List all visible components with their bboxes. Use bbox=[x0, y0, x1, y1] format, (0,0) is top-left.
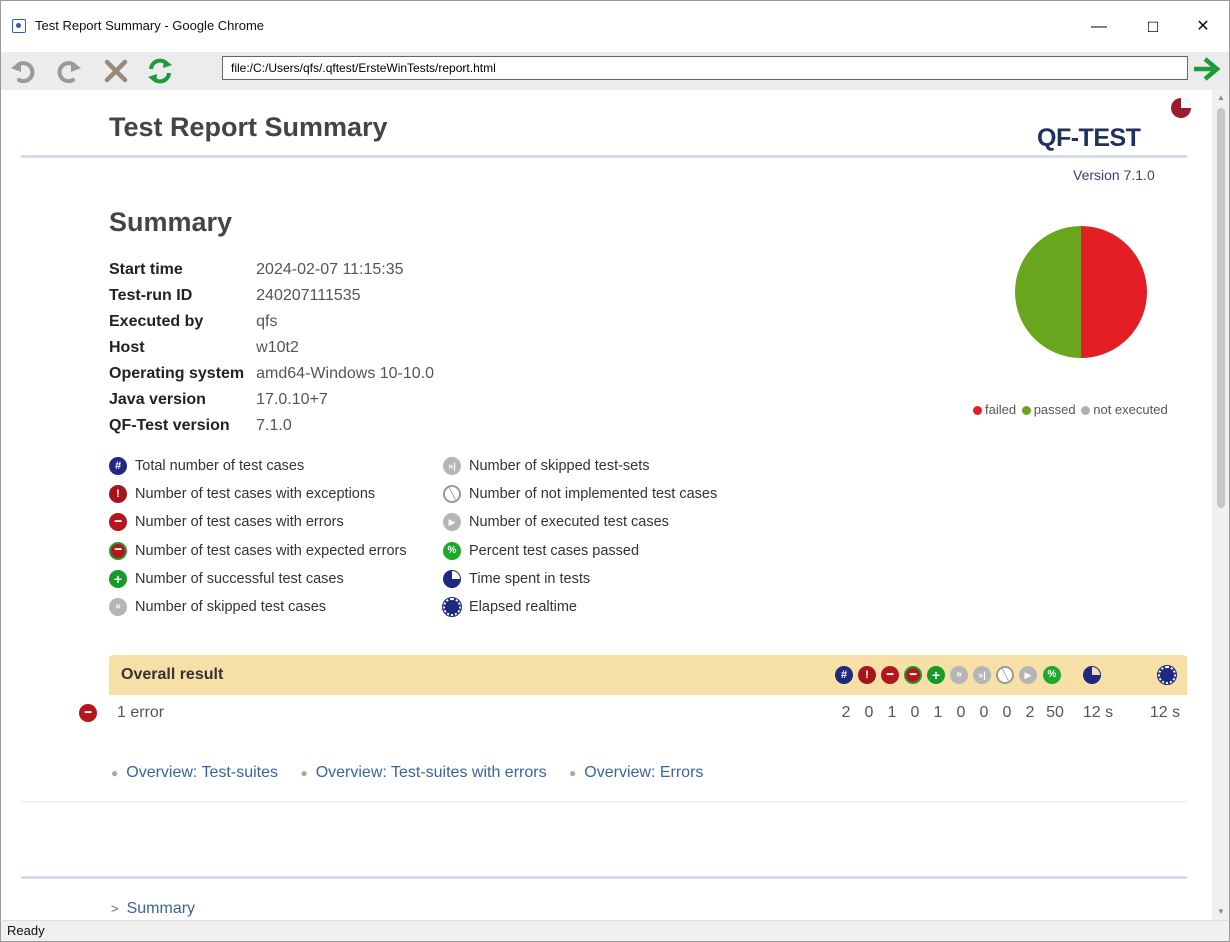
summary-toggle[interactable]: > Summary bbox=[111, 900, 195, 918]
go-arrow-icon[interactable] bbox=[1191, 56, 1225, 82]
result-pie-chart bbox=[1015, 226, 1147, 358]
total-icon: # bbox=[835, 666, 853, 684]
elapsed-icon bbox=[442, 597, 462, 618]
legend-not-executed-dot bbox=[1081, 405, 1091, 415]
time-icon bbox=[443, 569, 461, 588]
info-row: QF-Test version 7.1.0 bbox=[109, 417, 292, 434]
icon-key-left: # Total number of test cases ! Number of t… bbox=[109, 452, 407, 621]
info-row: Test-run ID 240207111535 bbox=[109, 287, 361, 304]
success-icon: + bbox=[927, 666, 945, 684]
key-item: » Number of skipped test cases bbox=[109, 593, 407, 621]
key-item: ━ Number of test cases with expected erro… bbox=[109, 537, 407, 565]
maximize-button[interactable]: ☐ bbox=[1131, 13, 1175, 41]
pie-slice-passed bbox=[1015, 226, 1081, 358]
browser-toolbar: file:/C:/Users/qfs/.qftest/ErsteWinTests… bbox=[0, 52, 1230, 90]
not-implemented-icon: ╲ bbox=[996, 666, 1014, 684]
pie-legend: failed passed not executed bbox=[973, 402, 1168, 417]
window-title: Test Report Summary - Google Chrome bbox=[35, 18, 265, 33]
icon-key-right: »| Number of skipped test-sets ╲ Number of… bbox=[442, 452, 717, 621]
link-errors[interactable]: ● Overview: Errors bbox=[569, 764, 703, 782]
key-item: ╲ Number of not implemented test cases bbox=[443, 480, 717, 508]
window-titlebar: Test Report Summary - Google Chrome — ☐ … bbox=[0, 0, 1230, 52]
overview-links: ● Overview: Test-suites ● Overview: Test-s… bbox=[111, 764, 721, 782]
info-row: Java version 17.0.10+7 bbox=[109, 391, 328, 408]
percent-icon: % bbox=[443, 541, 461, 560]
info-row: Executed by qfs bbox=[109, 313, 278, 330]
scroll-down-icon: ▼ bbox=[1217, 907, 1225, 916]
skipped-icon: » bbox=[109, 598, 127, 617]
key-item: ! Number of test cases with exceptions bbox=[109, 480, 407, 508]
success-icon: + bbox=[109, 569, 127, 588]
legend-passed-dot bbox=[1021, 405, 1031, 415]
value-time: 12 s bbox=[1082, 704, 1114, 721]
run-info-table: Start time 2024-02-07 11:15:35 Test-run I… bbox=[109, 257, 434, 439]
key-item: ▶ Number of executed test cases bbox=[443, 508, 717, 536]
elapsed-icon bbox=[1157, 665, 1177, 685]
page-content: Test Report Summary QF-TEST Version 7.1.… bbox=[0, 90, 1212, 920]
vertical-scrollbar[interactable]: ▲ ▼ bbox=[1212, 90, 1230, 920]
qf-test-logo: QF-TEST bbox=[1031, 92, 1191, 162]
column-icons: # ! ━ ━ + » »| ╲ ▶ % bbox=[109, 655, 1187, 695]
key-item: # Total number of test cases bbox=[109, 452, 407, 480]
divider bbox=[21, 876, 1187, 879]
skipped-sets-icon: »| bbox=[443, 457, 461, 476]
version-label: Version 7.1.0 bbox=[1073, 167, 1155, 183]
value-elapsed: 12 s bbox=[1149, 704, 1181, 721]
chevron-right-icon: > bbox=[111, 901, 119, 916]
scrollbar-thumb[interactable] bbox=[1217, 108, 1225, 508]
overall-result-header: Overall result # ! ━ ━ + » »| ╲ ▶ % bbox=[109, 655, 1187, 695]
pie-slice-failed bbox=[1081, 226, 1147, 358]
scroll-up-icon: ▲ bbox=[1217, 93, 1225, 102]
key-item: Elapsed realtime bbox=[442, 593, 717, 621]
value-percent: 50 bbox=[1046, 704, 1064, 721]
info-row: Start time 2024-02-07 11:15:35 bbox=[109, 261, 404, 278]
back-icon[interactable] bbox=[7, 54, 41, 88]
not-implemented-icon: ╲ bbox=[443, 485, 461, 504]
legend-failed-dot bbox=[973, 405, 982, 415]
error-icon: ━ bbox=[79, 704, 97, 722]
key-item: »| Number of skipped test-sets bbox=[443, 452, 717, 480]
total-icon: # bbox=[109, 457, 127, 476]
key-item: Time spent in tests bbox=[443, 565, 717, 593]
result-text: 1 error bbox=[117, 704, 165, 721]
stop-icon[interactable] bbox=[99, 54, 133, 88]
expected-error-icon: ━ bbox=[109, 541, 127, 560]
report-title: Test Report Summary bbox=[109, 112, 388, 142]
error-icon: ━ bbox=[881, 666, 899, 684]
info-row: Host w10t2 bbox=[109, 339, 299, 356]
skipped-icon: » bbox=[950, 666, 968, 684]
logo-clock-icon bbox=[1171, 98, 1191, 118]
logo-text: QF-TEST bbox=[1037, 124, 1141, 152]
legend-passed: passed bbox=[1033, 402, 1076, 417]
legend-not-executed: not executed bbox=[1093, 402, 1168, 417]
minimize-button[interactable]: — bbox=[1077, 13, 1121, 41]
summary-heading: Summary bbox=[109, 207, 233, 237]
executed-icon: ▶ bbox=[443, 513, 461, 532]
overall-result-row: ━ 1 error 2 0 1 0 1 0 0 0 2 50 12 s 12 s bbox=[79, 702, 1187, 724]
divider bbox=[21, 155, 1187, 158]
executed-icon: ▶ bbox=[1019, 666, 1037, 684]
url-input[interactable]: file:/C:/Users/qfs/.qftest/ErsteWinTests… bbox=[222, 56, 1188, 80]
reload-icon[interactable] bbox=[143, 54, 177, 88]
chrome-app-icon bbox=[12, 19, 26, 33]
divider bbox=[21, 801, 1187, 803]
percent-icon: % bbox=[1043, 666, 1061, 684]
error-icon: ━ bbox=[109, 513, 127, 532]
exception-icon: ! bbox=[109, 485, 127, 504]
time-icon bbox=[1083, 666, 1101, 684]
exception-icon: ! bbox=[858, 666, 876, 684]
skipped-sets-icon: »| bbox=[973, 666, 991, 684]
info-row: Operating system amd64-Windows 10-10.0 bbox=[109, 365, 435, 382]
key-item: ━ Number of test cases with errors bbox=[109, 508, 407, 536]
legend-failed: failed bbox=[985, 402, 1017, 417]
key-item: + Number of successful test cases bbox=[109, 565, 407, 593]
status-bar: Ready bbox=[0, 920, 1230, 942]
link-test-suites-errors[interactable]: ● Overview: Test-suites with errors bbox=[300, 764, 546, 782]
link-test-suites[interactable]: ● Overview: Test-suites bbox=[111, 764, 278, 782]
expected-error-icon: ━ bbox=[904, 666, 922, 684]
forward-icon[interactable] bbox=[51, 54, 85, 88]
close-button[interactable]: ✕ bbox=[1181, 13, 1225, 41]
key-item: % Percent test cases passed bbox=[443, 537, 717, 565]
